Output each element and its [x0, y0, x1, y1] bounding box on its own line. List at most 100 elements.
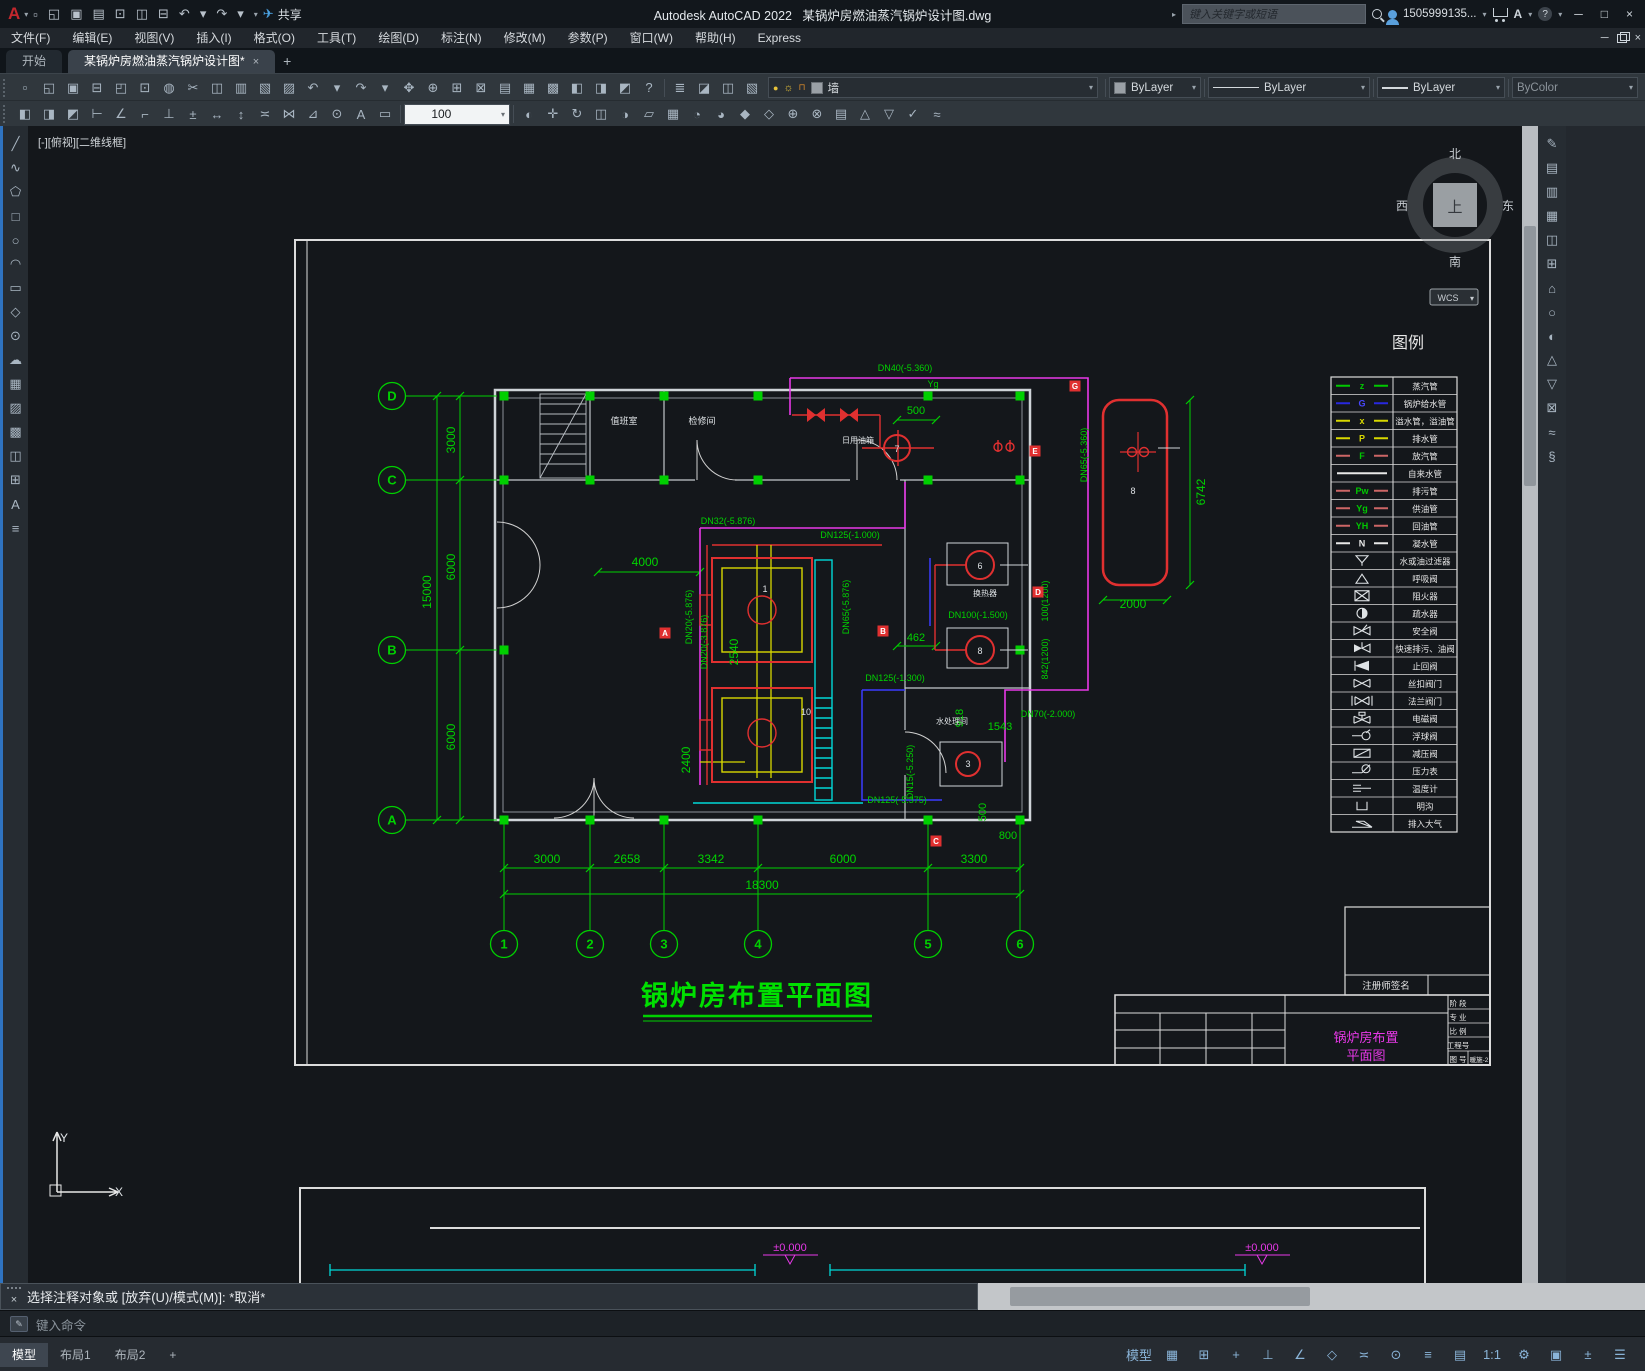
share-button[interactable]: 共享	[278, 6, 302, 23]
mirror-icon[interactable]: ◑	[613, 103, 637, 126]
menu-编辑E[interactable]: 编辑(E)	[61, 28, 123, 48]
status-ortho[interactable]: ⊥	[1253, 1343, 1283, 1367]
status-lineweight[interactable]: ≡	[1413, 1343, 1443, 1367]
command-input-row[interactable]: ✎ 键入命令	[0, 1310, 1645, 1337]
continue-dim-icon[interactable]: ⊿	[301, 103, 325, 126]
copy-icon[interactable]: ◫	[205, 76, 229, 99]
status-customize[interactable]: ☰	[1605, 1343, 1635, 1367]
menu-文件F[interactable]: 文件(F)	[0, 28, 61, 48]
viewcube-west[interactable]: 西	[1396, 199, 1408, 213]
menu-窗口W[interactable]: 窗口(W)	[619, 28, 684, 48]
dim-scale-combo[interactable]: 100 ▾	[404, 103, 510, 125]
command-line-window[interactable]: × 选择注释对象或 [放弃(U)/模式(M)]: *取消*	[0, 1283, 978, 1310]
zoom-window-icon[interactable]: ⊞	[445, 76, 469, 99]
circle-tool-icon[interactable]: ○	[1541, 300, 1563, 324]
open-file-icon[interactable]: ◱	[43, 6, 65, 22]
menu-插入I[interactable]: 插入(I)	[185, 28, 242, 48]
new-tab-button[interactable]: +	[283, 50, 291, 73]
status-workspace-gear[interactable]: ⚙	[1509, 1343, 1539, 1367]
status-model-space[interactable]: 模型	[1123, 1343, 1155, 1367]
store-cart-icon[interactable]	[1492, 7, 1508, 22]
center-mark-icon[interactable]: ⊙	[325, 103, 349, 126]
tri-up-icon[interactable]: △	[1541, 348, 1563, 372]
status-osnap[interactable]: ⊙	[1381, 1343, 1411, 1367]
layout-tab-布局2[interactable]: 布局2	[103, 1343, 158, 1367]
markup-icon[interactable]: ◨	[589, 76, 613, 99]
viewcube[interactable]: 上 北 南 西 东 WCS ▾	[1396, 147, 1514, 306]
aligned-dim-icon[interactable]: ∠	[109, 103, 133, 126]
shade-icon[interactable]: ◐	[1541, 324, 1563, 348]
design-center-icon[interactable]: ▦	[1541, 204, 1563, 228]
layer-properties-icon[interactable]: ≣	[668, 76, 692, 99]
dim-edit-icon[interactable]: ◐	[517, 103, 541, 126]
sheet-set-icon[interactable]: ◍	[157, 76, 181, 99]
wcs-dropdown[interactable]: WCS	[1438, 293, 1459, 303]
zoom-previous-icon[interactable]: ⊠	[469, 76, 493, 99]
radius-dim-icon[interactable]: ±	[181, 103, 205, 126]
command-close-icon[interactable]: ×	[11, 1294, 17, 1306]
toolbar-grip[interactable]	[3, 78, 10, 97]
calculator-icon[interactable]: ◩	[613, 76, 637, 99]
plot-icon[interactable]: ⊡	[110, 6, 131, 22]
dim-style-a-icon[interactable]: ◨	[37, 103, 61, 126]
color-dropdown[interactable]: ByLayer ▾	[1109, 77, 1201, 98]
undo-icon[interactable]: ↶	[174, 6, 195, 22]
chamfer-icon[interactable]: ⊗	[805, 103, 829, 126]
search-input[interactable]: 键入关键字或短语	[1181, 4, 1366, 24]
match-properties-icon[interactable]: ▧	[253, 76, 277, 99]
user-avatar-icon[interactable]	[1385, 9, 1399, 25]
diameter-dim-icon[interactable]: ↔	[205, 103, 229, 126]
tri-down-icon[interactable]: ▽	[1541, 372, 1563, 396]
undo-caret-icon[interactable]: ▾	[195, 6, 212, 22]
toolbar-grip[interactable]	[3, 105, 10, 123]
sheet-icon[interactable]: ◫	[1541, 228, 1563, 252]
paste-icon[interactable]: ▥	[229, 76, 253, 99]
erase-icon[interactable]: ◔	[685, 103, 709, 126]
spline-icon[interactable]: ∿	[5, 156, 27, 180]
redo-caret-icon[interactable]: ▾	[232, 6, 249, 22]
arc-dim-icon[interactable]: ⌐	[133, 103, 157, 126]
zoom-realtime-icon[interactable]: ⊕	[421, 76, 445, 99]
ellipse-icon[interactable]: ▭	[5, 276, 27, 300]
layer-on-bulb-icon[interactable]: ●	[773, 83, 778, 93]
gradient-icon[interactable]: ▩	[5, 420, 27, 444]
join-icon[interactable]: ✓	[901, 103, 925, 126]
status-annotation-scale[interactable]: 1:1	[1477, 1343, 1507, 1367]
undo-caret-icon[interactable]: ▾	[325, 76, 349, 99]
sheet-manager-icon[interactable]: ◧	[565, 76, 589, 99]
plot-icon[interactable]: ⊡	[133, 76, 157, 99]
color-caret-icon[interactable]: ▾	[1192, 83, 1196, 92]
hatch-icon[interactable]: ▨	[5, 396, 27, 420]
menu-Express[interactable]: Express	[747, 28, 812, 48]
point-icon[interactable]: ⊙	[5, 324, 27, 348]
new-icon[interactable]: ▫	[13, 76, 37, 99]
lineweight-caret-icon[interactable]: ▾	[1496, 83, 1500, 92]
menu-参数P[interactable]: 参数(P)	[557, 28, 619, 48]
save-icon[interactable]: ▣	[61, 76, 85, 99]
help-caret-icon[interactable]: ▾	[1558, 10, 1562, 19]
tab-start[interactable]: 开始	[6, 50, 63, 73]
extend-icon[interactable]: ◇	[757, 103, 781, 126]
trim-icon[interactable]: ◆	[733, 103, 757, 126]
print-preview-icon[interactable]: ◰	[109, 76, 133, 99]
layout-tab-+[interactable]: +	[157, 1343, 188, 1367]
status-units[interactable]: ±	[1573, 1343, 1603, 1367]
viewcube-top-face[interactable]: 上	[1447, 199, 1462, 216]
text-style-icon[interactable]: A	[349, 103, 373, 126]
block-editor-icon[interactable]: ▨	[277, 76, 301, 99]
menu-格式O[interactable]: 格式(O)	[243, 28, 306, 48]
print-icon[interactable]: ⊟	[85, 76, 109, 99]
doc-minimize-button[interactable]: ─	[1601, 32, 1609, 44]
stretch-icon[interactable]: △	[853, 103, 877, 126]
user-caret-icon[interactable]: ▾	[1483, 10, 1487, 19]
insert-block-icon[interactable]: ▦	[5, 372, 27, 396]
table-icon[interactable]: ⊞	[1541, 252, 1563, 276]
quick-dim-icon[interactable]: ≍	[253, 103, 277, 126]
polygon-icon[interactable]: ⬠	[5, 180, 27, 204]
status-polar[interactable]: ∠	[1285, 1343, 1315, 1367]
section-icon[interactable]: §	[1541, 444, 1563, 468]
baseline-dim-icon[interactable]: ⋈	[277, 103, 301, 126]
vertical-scrollbar-thumb[interactable]	[1524, 226, 1536, 486]
circle-icon[interactable]: ○	[5, 228, 27, 252]
rhombus-icon[interactable]: ◇	[5, 300, 27, 324]
